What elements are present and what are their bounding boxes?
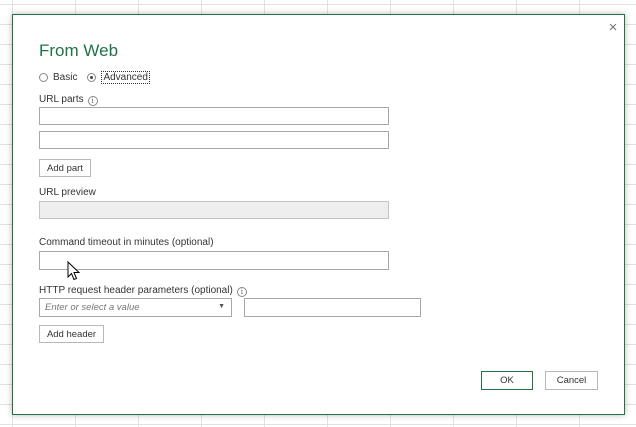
- mouse-pointer-icon: [67, 261, 80, 281]
- basic-radio-label: Basic: [53, 72, 78, 83]
- url-parts-label-text: URL parts: [39, 94, 84, 105]
- advanced-radio[interactable]: Advanced: [87, 71, 150, 84]
- chevron-down-icon[interactable]: ▼: [218, 303, 225, 310]
- http-header-label-text: HTTP request header parameters (optional…: [39, 285, 233, 296]
- close-icon[interactable]: ×: [606, 20, 620, 35]
- radio-selected-icon: [87, 73, 97, 82]
- url-part-2-input[interactable]: [39, 131, 389, 149]
- ok-button[interactable]: OK: [481, 371, 533, 390]
- radio-unselected-icon: [39, 73, 48, 82]
- url-parts-label: URL parts i: [39, 94, 98, 106]
- header-key-combobox[interactable]: Enter or select a value ▼: [39, 298, 232, 317]
- info-icon[interactable]: i: [236, 287, 247, 297]
- from-web-dialog: × From Web Basic Advanced URL parts i Add…: [12, 14, 625, 415]
- cancel-button[interactable]: Cancel: [545, 371, 598, 390]
- basic-radio[interactable]: Basic: [39, 72, 77, 83]
- header-value-input[interactable]: [244, 298, 421, 317]
- timeout-input[interactable]: [39, 251, 389, 270]
- header-key-placeholder: Enter or select a value: [45, 302, 140, 313]
- dialog-title: From Web: [39, 41, 119, 60]
- add-part-button[interactable]: Add part: [39, 159, 91, 177]
- mode-radio-group: Basic Advanced: [39, 71, 160, 84]
- add-header-button[interactable]: Add header: [39, 325, 104, 343]
- timeout-label: Command timeout in minutes (optional): [39, 237, 214, 248]
- http-header-label: HTTP request header parameters (optional…: [39, 285, 247, 297]
- url-preview-field: [39, 201, 389, 219]
- info-icon[interactable]: i: [87, 96, 98, 106]
- url-preview-label: URL preview: [39, 187, 96, 198]
- advanced-radio-label: Advanced: [101, 71, 150, 84]
- url-part-1-input[interactable]: [39, 107, 389, 125]
